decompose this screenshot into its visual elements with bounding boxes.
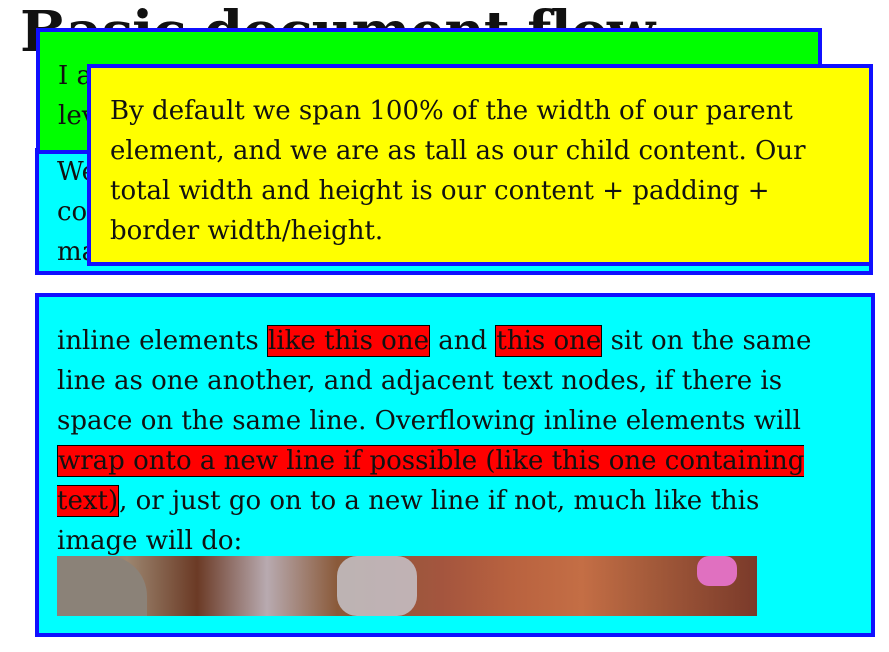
inline-text-4: , or just go on to a new line if not, mu… (57, 486, 760, 556)
yellow-block-text: By default we span 100% of the width of … (110, 96, 806, 246)
inline-span-1: like this one (267, 325, 430, 357)
inline-text-1: inline elements (57, 326, 268, 356)
photo-detail (697, 556, 737, 586)
photo-detail (337, 556, 417, 616)
inline-paragraph: inline elements like this one and this o… (57, 321, 847, 561)
yellow-block: By default we span 100% of the width of … (87, 64, 873, 266)
inline-image (57, 556, 757, 616)
inline-text-2: and (429, 326, 496, 356)
photo-detail (57, 556, 147, 616)
inline-span-2: this one (495, 325, 603, 357)
inline-elements-block: inline elements like this one and this o… (35, 293, 875, 637)
